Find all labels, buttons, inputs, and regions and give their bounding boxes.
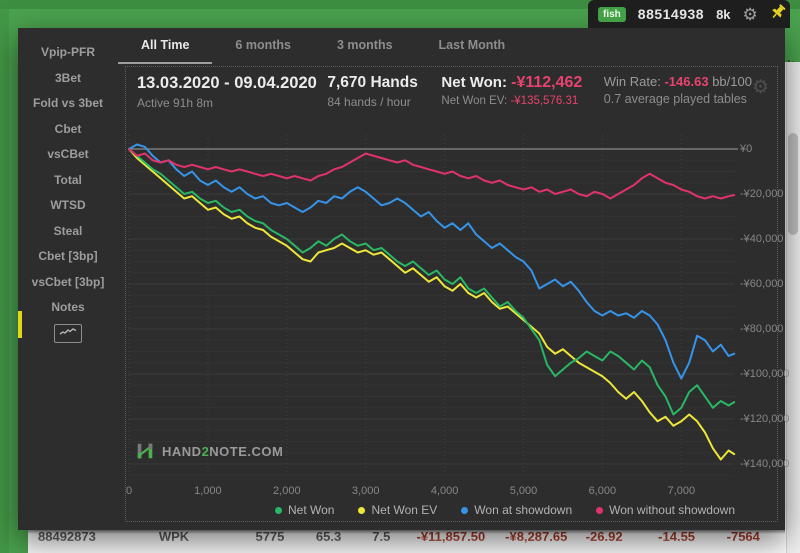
x-axis-tick: 0 <box>106 485 152 497</box>
hands-count: 7,670 Hands <box>327 74 441 92</box>
x-axis-tick: 7,000 <box>658 485 704 497</box>
y-axis-tick: -¥40,000 <box>740 233 800 245</box>
series-net-won <box>129 149 734 415</box>
y-axis-tick: -¥20,000 <box>740 188 800 200</box>
x-axis-tick: 3,000 <box>343 485 389 497</box>
tab-3-months[interactable]: 3 months <box>314 28 416 64</box>
win-rate-unit: bb/100 <box>712 74 752 89</box>
y-axis-tick: ¥0 <box>740 143 800 155</box>
net-won-ev-value: -¥135,576.31 <box>510 95 578 107</box>
table-background-edge-left <box>0 0 9 553</box>
hand2note-logo: HAND2NOTE.COM <box>135 441 283 461</box>
player-type-badge: fish <box>598 7 626 22</box>
chart-settings-gear-icon[interactable]: ⚙ <box>752 76 769 110</box>
chart-canvas[interactable] <box>128 133 738 481</box>
series-net-won-ev <box>129 149 734 460</box>
net-won-ev-label: Net Won EV: <box>441 95 507 107</box>
x-axis-tick: 5,000 <box>501 485 547 497</box>
legend-item: Net Won <box>275 503 334 517</box>
sidebar-item-cbet-3bp-[interactable]: Cbet [3bp] <box>32 245 105 271</box>
net-won-value: -¥112,462 <box>511 74 582 91</box>
legend-dot-icon <box>358 507 365 514</box>
sidebar-item-vscbet-3bp-[interactable]: vsCbet [3bp] <box>32 271 105 297</box>
y-axis-tick: -¥60,000 <box>740 278 800 290</box>
hud-title-bar: fish 88514938 8k ⚙ × <box>588 0 790 28</box>
y-axis-tick: -¥140,000 <box>740 458 800 470</box>
legend-dot-icon <box>596 507 603 514</box>
legend-item: Net Won EV <box>358 503 437 517</box>
x-axis-tick: 6,000 <box>579 485 625 497</box>
sidebar-item-wtsd[interactable]: WTSD <box>32 194 105 220</box>
hand2note-logo-icon <box>135 441 155 461</box>
tab-last-month[interactable]: Last Month <box>416 28 529 64</box>
chart-legend: Net Won Net Won EV Won at showdown Won with… <box>128 503 735 517</box>
legend-dot-icon <box>275 507 282 514</box>
x-axis-tick: 1,000 <box>185 485 231 497</box>
date-range: 13.03.2020 - 09.04.2020 <box>137 74 327 93</box>
time-range-tabs: All Time6 months3 monthsLast Month <box>118 28 785 64</box>
sidebar-item-total[interactable]: Total <box>32 169 105 195</box>
line-chart-icon <box>58 324 78 342</box>
win-rate-value: -146.63 <box>664 74 708 89</box>
x-axis-tick: 2,000 <box>264 485 310 497</box>
series-won-without-showdown <box>129 149 734 199</box>
x-axis-tick: 4,000 <box>422 485 468 497</box>
tab-6-months[interactable]: 6 months <box>212 28 314 64</box>
sidebar-item-steal[interactable]: Steal <box>32 220 105 246</box>
account-id: 88514938 <box>638 6 704 22</box>
settings-gear-icon[interactable]: ⚙ <box>743 6 758 23</box>
legend-item: Won without showdown <box>596 503 735 517</box>
sidebar-item-fold-vs-3bet[interactable]: Fold vs 3bet <box>32 92 105 118</box>
sidebar-item-3bet[interactable]: 3Bet <box>32 67 105 93</box>
avg-tables: 0.7 average played tables <box>604 92 752 106</box>
y-axis-tick: -¥100,000 <box>740 368 800 380</box>
sidebar-item-vpip-pfr[interactable]: Vpip-PFR <box>32 41 105 67</box>
hands-per-hour: 84 hands / hour <box>327 95 441 109</box>
sidebar-item-notes[interactable]: Notes <box>32 296 105 322</box>
hand2note-logo-text: HAND2NOTE.COM <box>162 444 283 459</box>
tab-all-time[interactable]: All Time <box>118 28 212 64</box>
sidebar-item-vscbet[interactable]: vsCBet <box>32 143 105 169</box>
stake-badge: 8k <box>716 7 730 22</box>
sidebar: Vpip-PFR3BetFold vs 3betCbetvsCBetTotalW… <box>18 28 118 530</box>
active-time: Active 91h 8m <box>137 96 327 110</box>
y-axis-tick: -¥120,000 <box>740 413 800 425</box>
win-rate-label: Win Rate: <box>604 74 661 89</box>
hud-table-row-clipped: 88492873WPK577565.37.5-¥11,857.50-¥8,287… <box>28 530 785 553</box>
desktop: ⚙ 88492873WPK577565.37.5-¥11,857.50-¥8,2… <box>0 0 800 553</box>
y-axis-tick: -¥80,000 <box>740 323 800 335</box>
winnings-chart[interactable]: ¥0-¥20,000-¥40,000-¥60,000-¥80,000-¥100,… <box>128 133 776 521</box>
summary-header: 13.03.2020 - 09.04.2020 Active 91h 8m 7,… <box>126 67 777 110</box>
popup-shadow <box>28 530 785 534</box>
legend-item: Won at showdown <box>461 503 572 517</box>
pin-icon[interactable] <box>770 4 786 25</box>
stats-popup: Vpip-PFR3BetFold vs 3betCbetvsCBetTotalW… <box>18 28 785 530</box>
legend-dot-icon <box>461 507 468 514</box>
report-panel: 13.03.2020 - 09.04.2020 Active 91h 8m 7,… <box>125 66 778 522</box>
graph-view-button[interactable] <box>54 324 82 343</box>
row-fade-overlay <box>28 538 785 553</box>
net-won-label: Net Won: <box>441 74 507 91</box>
sidebar-item-cbet[interactable]: Cbet <box>32 118 105 144</box>
